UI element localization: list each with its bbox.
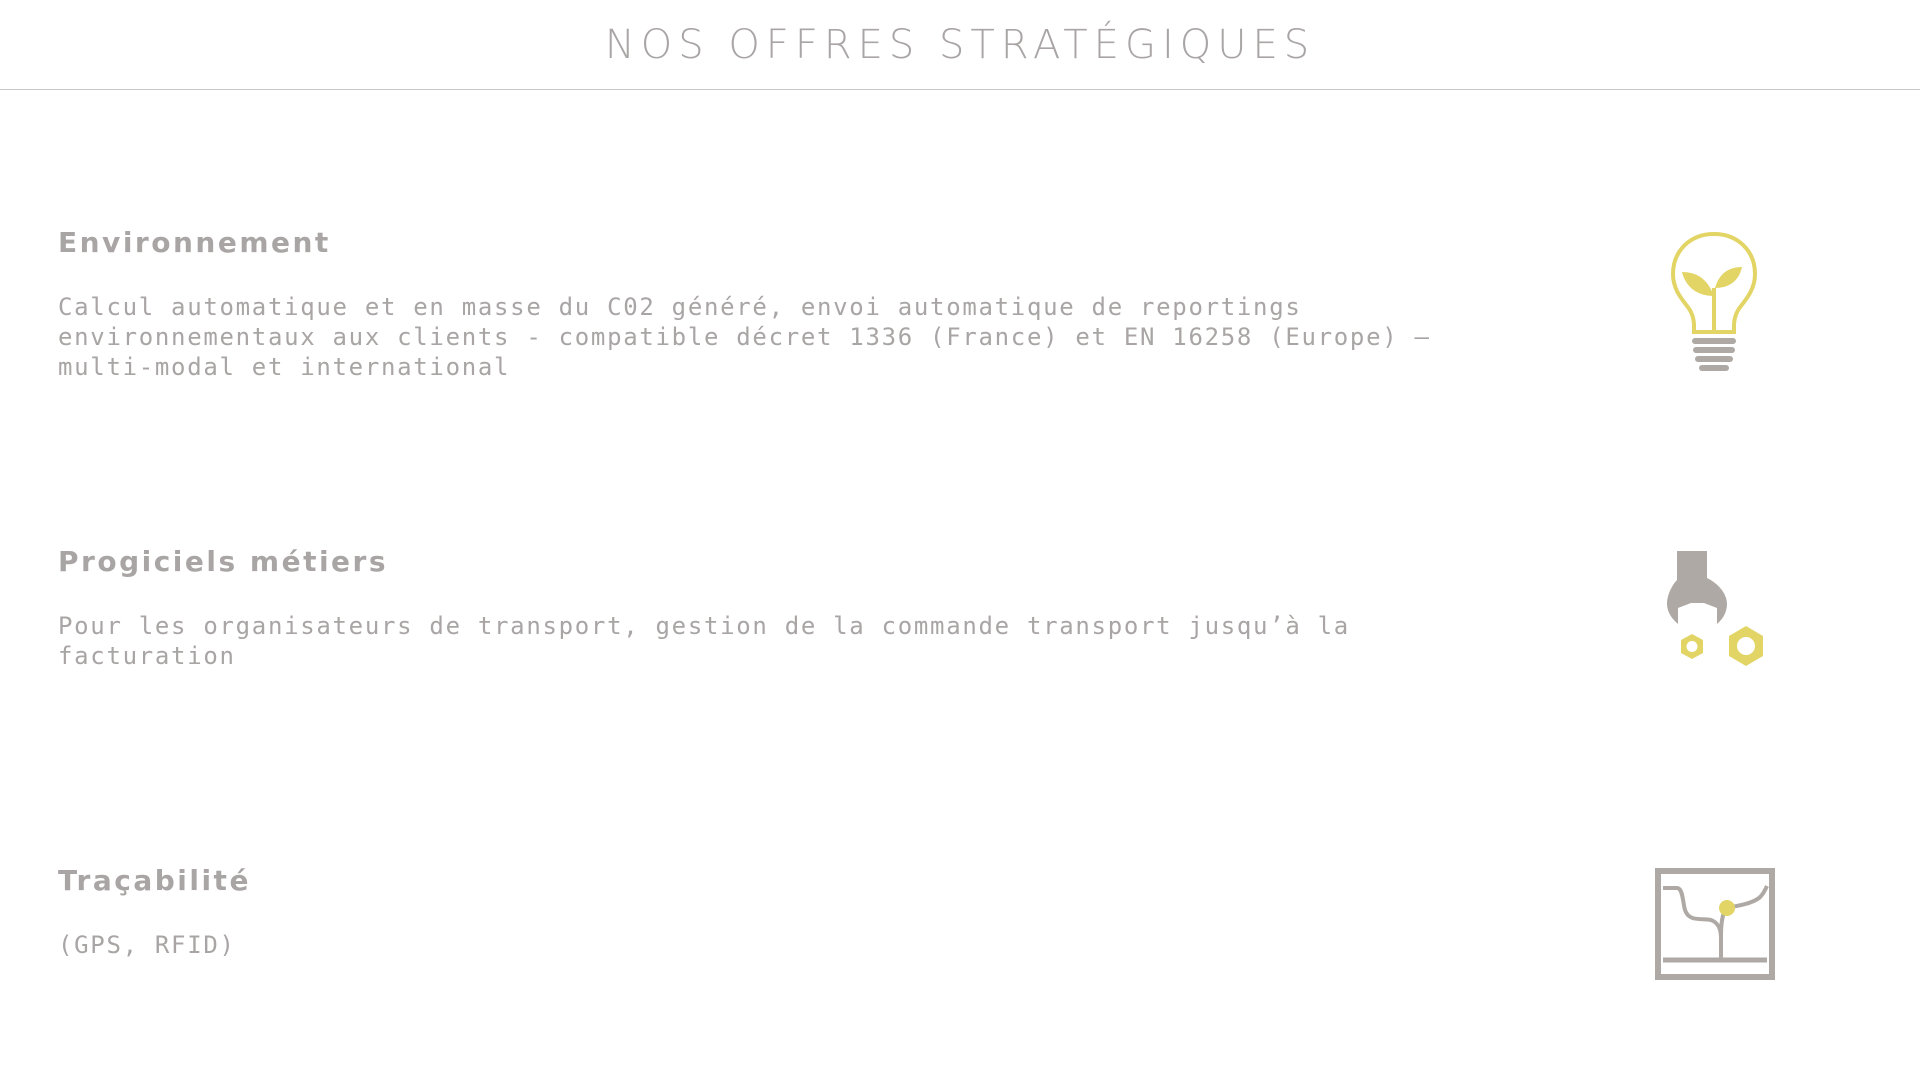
lightbulb-plant-icon (1670, 231, 1758, 371)
section-title: Progiciels métiers (58, 545, 389, 578)
section-tracabilite: Traçabilité (GPS, RFID) (58, 864, 1458, 960)
section-title: Traçabilité (58, 864, 251, 897)
header: NOS OFFRES STRATÉGIQUES (0, 0, 1920, 90)
section-title: Environnement (58, 226, 331, 259)
section-progiciels-metiers: Progiciels métiers Pour les organisateur… (58, 545, 1458, 671)
page-title: NOS OFFRES STRATÉGIQUES (604, 22, 1316, 68)
section-description: Pour les organisateurs de transport, ges… (58, 612, 1350, 670)
section-environnement: Environnement Calcul automatique et en m… (58, 226, 1458, 382)
map-tracking-icon (1655, 868, 1775, 980)
wrench-nuts-icon (1667, 551, 1763, 666)
section-description: Calcul automatique et en masse du C02 gé… (58, 293, 1431, 381)
section-description: (GPS, RFID) (58, 931, 236, 959)
